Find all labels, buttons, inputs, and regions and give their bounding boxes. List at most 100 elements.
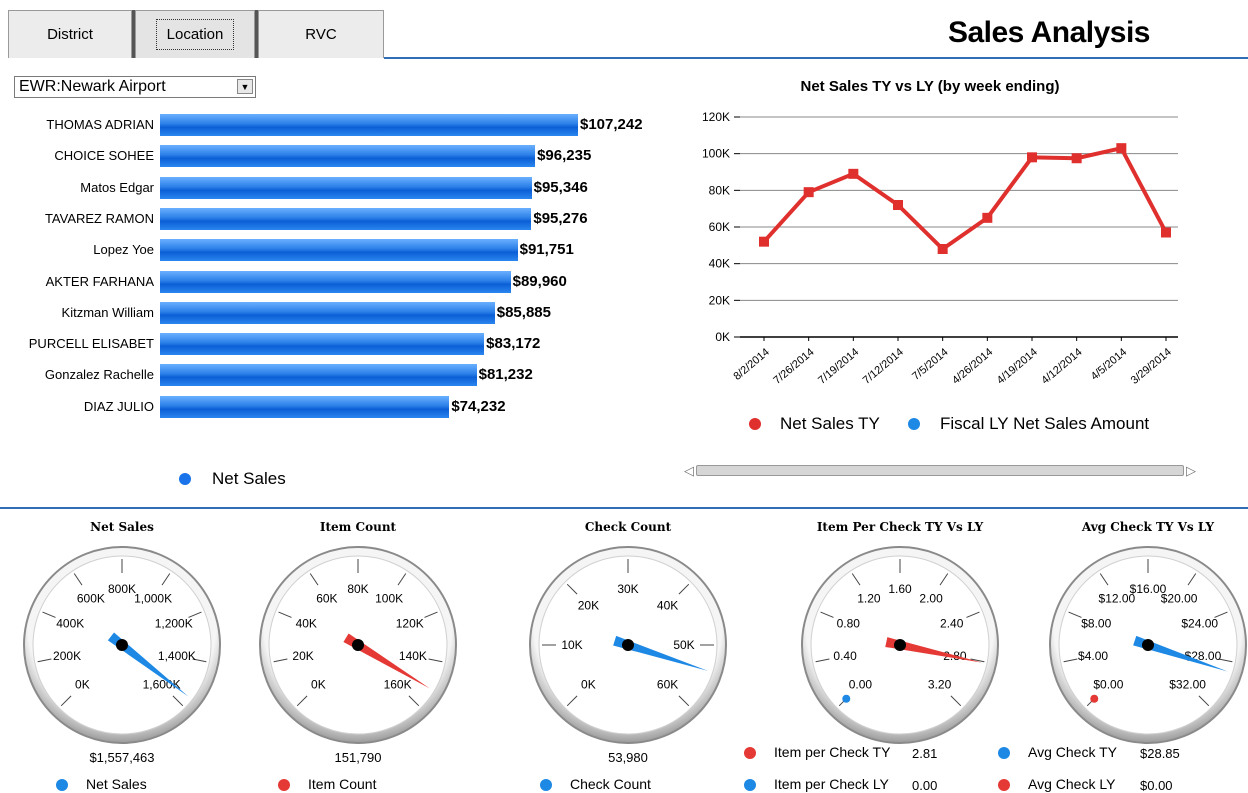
gauge-tick-label: 600K — [77, 591, 105, 605]
gauge-legend-label: Item per Check LY — [774, 776, 889, 792]
gauge-legend-dot — [998, 747, 1010, 759]
gauge-tick-label: 0.00 — [849, 678, 873, 692]
gauge-tick-label: $32.00 — [1169, 678, 1206, 692]
gauge-tick-label: 50K — [673, 638, 694, 652]
gauge-tick-label: 160K — [384, 678, 412, 692]
gauge-tick-label: 0K — [75, 678, 90, 692]
bar-value-label: $96,235 — [537, 147, 592, 165]
data-point[interactable] — [1027, 152, 1037, 163]
tab-location[interactable]: Location — [135, 10, 255, 58]
scroll-thumb[interactable] — [696, 465, 1184, 476]
x-tick-label: 4/5/2014 — [1089, 346, 1130, 383]
y-tick-label: 0K — [715, 330, 730, 344]
bar[interactable] — [160, 239, 518, 262]
legend-dot-net-sales — [179, 473, 191, 485]
y-tick-label: 60K — [709, 220, 730, 234]
gauge-tick-label: 0K — [581, 678, 596, 692]
tab-underline — [384, 57, 1248, 59]
data-point[interactable] — [803, 187, 814, 198]
bar-value-label: $74,232 — [451, 397, 506, 415]
gauge-tick-label: 1,000K — [134, 591, 172, 605]
tab-label: Location — [155, 19, 235, 50]
y-tick-label: 120K — [702, 110, 730, 124]
gauge-title: Item Count — [319, 520, 397, 534]
chevron-down-icon[interactable]: ▼ — [237, 79, 253, 94]
bar[interactable] — [160, 270, 511, 293]
gauge-tick-label: 30K — [617, 582, 638, 596]
gauge-value-label: $1,557,463 — [89, 750, 155, 765]
x-tick-label: 7/5/2014 — [910, 346, 951, 383]
y-tick-label: 20K — [709, 293, 730, 307]
data-point[interactable] — [982, 212, 993, 223]
bar-category-label: THOMAS ADRIAN — [46, 117, 154, 132]
gauge-legend-label: Net Sales — [86, 776, 147, 792]
bar-value-label: $81,232 — [478, 366, 533, 384]
bar-category-label: PURCELL ELISABET — [28, 336, 154, 352]
gauge-tick-label: 20K — [578, 598, 599, 612]
data-point[interactable] — [937, 244, 948, 254]
data-point[interactable] — [848, 168, 859, 179]
gauge-title: Item Per Check TY Vs LY — [816, 520, 984, 534]
gauge-tick-label: $4.00 — [1078, 649, 1108, 663]
bar-value-label: $95,346 — [533, 178, 588, 196]
gauge-tick-label: 60K — [657, 678, 678, 692]
gauge-tick-label: 120K — [396, 617, 424, 631]
x-tick-label: 8/2/2014 — [731, 346, 772, 383]
gauge-tick-label: 2.00 — [919, 591, 943, 605]
legend-dot-ly — [908, 418, 920, 430]
gauge: 0K 10K 20K 30K 40K 50K 60K — [529, 546, 727, 744]
scroll-left-icon[interactable]: ◁ — [684, 463, 694, 479]
bar[interactable] — [160, 114, 578, 136]
gauge-legend-dot — [56, 779, 68, 791]
gauge-tick-label: 3.20 — [928, 678, 952, 692]
data-point[interactable] — [893, 200, 903, 210]
gauge-tick-label: $8.00 — [1081, 617, 1111, 631]
data-point[interactable] — [759, 236, 769, 247]
series-line-ty — [762, 146, 1168, 251]
gauge-tick-label: 140K — [399, 649, 427, 663]
data-point[interactable] — [1161, 227, 1171, 238]
data-point[interactable] — [1071, 153, 1082, 164]
gauge-tick-label: 1,200K — [155, 617, 193, 631]
gauge-title: Avg Check TY Vs LY — [1081, 520, 1215, 534]
gauge-tick-label: 20K — [292, 649, 313, 663]
data-point[interactable] — [1116, 143, 1127, 154]
bar[interactable] — [160, 333, 485, 356]
gauge-tick-label: 40K — [657, 598, 678, 612]
y-tick-label: 40K — [709, 257, 730, 271]
gauge-tick-label: 0K — [311, 678, 326, 692]
gauge-legend-dot — [744, 747, 756, 759]
gauge-value-label: 53,980 — [608, 750, 648, 765]
bar-category-label: DIAZ JULIO — [83, 398, 154, 414]
gauge-legend-value: $28.85 — [1140, 746, 1180, 761]
gauge-legend-dot — [278, 779, 290, 791]
gauge-ly-marker — [1090, 694, 1099, 703]
bar-category-label: Kitzman William — [61, 304, 154, 320]
gauge-tick-label: $20.00 — [1161, 591, 1198, 605]
legend-dot-ty — [749, 418, 761, 430]
bar[interactable] — [160, 395, 450, 418]
tab-district[interactable]: District — [8, 10, 132, 58]
bar[interactable] — [160, 145, 536, 168]
scroll-right-icon[interactable]: ▷ — [1186, 463, 1196, 479]
chart-scrollbar[interactable]: ◁ ▷ — [684, 462, 1198, 478]
bar[interactable] — [160, 364, 477, 387]
location-select[interactable]: EWR:Newark Airport ▼ — [14, 76, 256, 98]
bar[interactable] — [160, 301, 495, 324]
tab-rvc[interactable]: RVC — [258, 10, 384, 58]
tab-label: RVC — [305, 26, 337, 43]
gauge-legend-dot — [744, 779, 756, 791]
bar[interactable] — [160, 207, 532, 230]
gauge-tick-label: 200K — [53, 649, 81, 663]
gauge-tick-label: 2.40 — [940, 617, 964, 631]
gauge: 0.000.400.801.201.602.002.402.803.20 — [801, 546, 999, 744]
bar-category-label: Lopez Yoe — [93, 242, 154, 258]
gauge-tick-label: 60K — [316, 591, 337, 605]
line-chart: 0K20K40K60K80K100K120K8/2/2014 7/26/2014 7… — [702, 110, 1178, 387]
gauge-value-label: 151,790 — [334, 750, 382, 765]
gauge: $0.00$4.00$8.00$12.00$16.00$20.00$24.00$… — [1049, 546, 1247, 744]
bar-category-label: Matos Edgar — [80, 179, 154, 195]
gauge-tick-label: 1,400K — [158, 649, 196, 663]
gauge-tick-label: 1.20 — [857, 591, 881, 605]
bar[interactable] — [160, 176, 532, 199]
